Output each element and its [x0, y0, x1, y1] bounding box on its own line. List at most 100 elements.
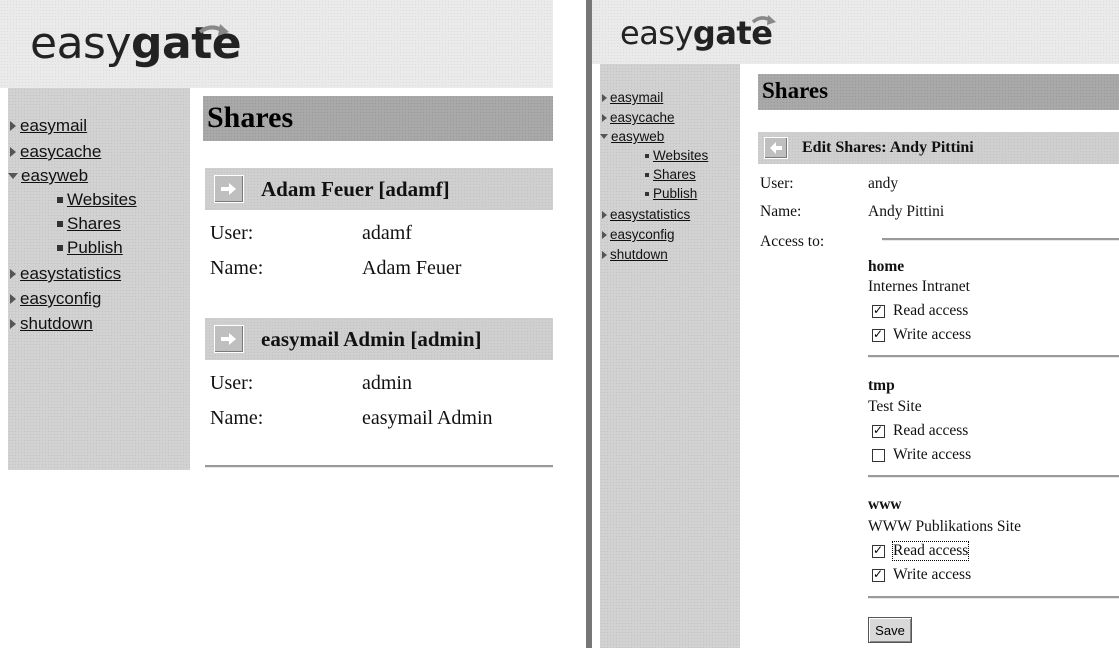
user-value: adamf — [362, 222, 412, 244]
arrow-left-icon[interactable] — [764, 137, 788, 159]
share-name: www — [868, 496, 902, 513]
write-access-option[interactable]: Write access — [872, 566, 971, 584]
user-value: admin — [362, 372, 412, 394]
nav-link-easycache[interactable]: easycache — [20, 142, 101, 162]
right-sidebar: easymail easycache easyweb Websites Shar… — [600, 64, 740, 648]
nav-item-publish[interactable]: Publish — [57, 238, 123, 258]
save-button[interactable]: Save — [868, 617, 912, 643]
divider — [205, 465, 553, 468]
nav-link-easystatistics[interactable]: easystatistics — [20, 264, 121, 284]
left-sidebar: easymail easycache easyweb Websites Shar… — [8, 88, 190, 470]
nav-link-easyconfig[interactable]: easyconfig — [610, 227, 675, 242]
nav-link-shares[interactable]: Shares — [67, 214, 121, 234]
nav-item-shutdown[interactable]: shutdown — [602, 247, 668, 262]
share-name: tmp — [868, 377, 895, 394]
read-access-option[interactable]: Read access — [872, 302, 968, 320]
edit-header-bar: Edit Shares: Andy Pittini — [758, 132, 1119, 164]
collapsed-arrow-icon — [602, 93, 607, 102]
nav-item-easyconfig[interactable]: easyconfig — [602, 227, 675, 242]
nav-item-easystatistics[interactable]: easystatistics — [602, 207, 690, 222]
curved-arrow-icon — [198, 24, 229, 36]
nav-item-websites[interactable]: Websites — [57, 190, 137, 210]
nav-link-shutdown[interactable]: shutdown — [20, 314, 93, 334]
nav-item-easymail[interactable]: easymail — [602, 90, 663, 105]
write-access-checkbox[interactable] — [872, 448, 885, 462]
nav-item-shares[interactable]: Shares — [57, 214, 121, 234]
arrow-right-icon[interactable] — [214, 325, 244, 353]
nav-link-websites[interactable]: Websites — [67, 190, 137, 210]
collapsed-arrow-icon — [602, 230, 607, 239]
nav-link-shutdown[interactable]: shutdown — [610, 247, 668, 262]
read-access-label: Read access — [893, 302, 969, 319]
user-label: User: — [760, 175, 794, 192]
nav-item-easyconfig[interactable]: easyconfig — [10, 289, 101, 309]
nav-item-publish[interactable]: Publish — [645, 186, 697, 201]
collapsed-arrow-icon — [602, 250, 607, 259]
read-access-checkbox[interactable] — [872, 423, 885, 438]
bullet-icon — [645, 172, 649, 177]
user-label: User: — [210, 372, 254, 394]
edit-header-title: Edit Shares: Andy Pittini — [802, 139, 974, 156]
nav-item-shares[interactable]: Shares — [645, 167, 696, 182]
write-access-option[interactable]: Write access — [872, 326, 971, 344]
logo-text-normal: easy — [30, 18, 132, 69]
collapsed-arrow-icon — [10, 147, 16, 157]
collapsed-arrow-icon — [10, 269, 16, 279]
read-access-checkbox[interactable] — [872, 303, 885, 318]
write-access-option[interactable]: Write access — [872, 446, 971, 464]
nav-link-easycache[interactable]: easycache — [610, 110, 675, 125]
collapsed-arrow-icon — [602, 113, 607, 122]
nav-link-websites[interactable]: Websites — [653, 148, 708, 163]
read-access-option[interactable]: Read access — [872, 422, 968, 440]
nav-item-easycache[interactable]: easycache — [10, 142, 101, 162]
name-label: Name: — [210, 257, 264, 279]
nav-link-easyconfig[interactable]: easyconfig — [20, 289, 101, 309]
nav-link-easymail[interactable]: easymail — [20, 116, 87, 136]
left-screenshot: easygate easymail easycache easyweb Webs… — [0, 0, 553, 470]
nav-item-easymail[interactable]: easymail — [10, 116, 87, 136]
curved-arrow-icon — [751, 15, 776, 25]
nav-link-publish[interactable]: Publish — [653, 186, 697, 201]
share-description: WWW Publikations Site — [868, 518, 1021, 535]
name-value: easymail Admin — [362, 407, 493, 429]
collapsed-arrow-icon — [10, 121, 16, 131]
share-description: Test Site — [868, 398, 922, 415]
name-value: Adam Feuer — [362, 257, 462, 279]
nav-link-easystatistics[interactable]: easystatistics — [610, 207, 690, 222]
page-title: Shares — [762, 78, 829, 103]
write-access-label: Write access — [893, 326, 972, 343]
nav-link-publish[interactable]: Publish — [67, 238, 123, 258]
expanded-arrow-icon — [600, 134, 608, 139]
user-header-title: Adam Feuer [adamf] — [261, 176, 450, 201]
name-value: Andy Pittini — [868, 203, 945, 220]
nav-item-easyweb[interactable]: easyweb — [8, 166, 88, 186]
collapsed-arrow-icon — [10, 294, 16, 304]
nav-item-shutdown[interactable]: shutdown — [10, 314, 93, 334]
nav-link-easymail[interactable]: easymail — [610, 90, 663, 105]
user-header-bar: easymail Admin [admin] — [205, 318, 553, 360]
read-access-label: Read access — [893, 422, 969, 439]
bullet-icon — [645, 191, 649, 196]
divider — [882, 238, 1119, 241]
read-access-option[interactable]: Read access — [872, 541, 970, 561]
nav-item-easyweb[interactable]: easyweb — [600, 129, 664, 144]
read-access-checkbox[interactable] — [872, 543, 885, 558]
arrow-right-icon[interactable] — [214, 175, 244, 203]
bullet-icon — [57, 197, 63, 203]
user-header-bar: Adam Feuer [adamf] — [205, 168, 553, 210]
write-access-checkbox[interactable] — [872, 327, 885, 342]
name-label: Name: — [210, 407, 264, 429]
nav-item-easycache[interactable]: easycache — [602, 110, 675, 125]
nav-link-shares[interactable]: Shares — [653, 167, 696, 182]
divider — [868, 355, 1119, 358]
nav-item-easystatistics[interactable]: easystatistics — [10, 264, 121, 284]
nav-item-websites[interactable]: Websites — [645, 148, 708, 163]
write-access-label: Write access — [893, 446, 972, 463]
bullet-icon — [57, 221, 63, 227]
divider — [868, 596, 1119, 599]
logo-text-normal: easy — [620, 14, 693, 52]
nav-link-easyweb[interactable]: easyweb — [611, 129, 664, 144]
nav-link-easyweb[interactable]: easyweb — [21, 166, 88, 186]
user-header-title: easymail Admin [admin] — [261, 326, 482, 351]
write-access-checkbox[interactable] — [872, 567, 885, 582]
